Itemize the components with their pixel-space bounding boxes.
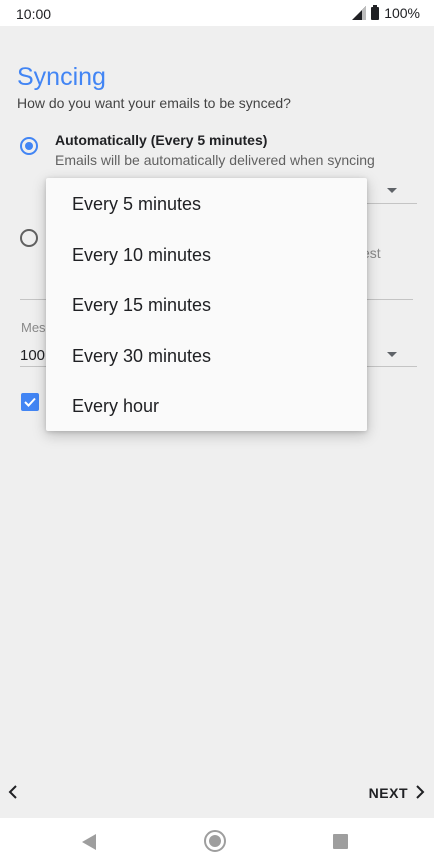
automatic-option-description: Emails will be automatically delivered w… — [55, 152, 375, 168]
chevron-left-icon[interactable] — [6, 783, 22, 801]
page-subtitle: How do you want your emails to be synced… — [17, 95, 291, 111]
next-button-label: NEXT — [368, 785, 408, 801]
option-checkbox[interactable] — [21, 393, 39, 411]
status-time: 10:00 — [16, 6, 52, 22]
nav-recent-apps-icon[interactable] — [333, 834, 348, 849]
page-title: Syncing — [17, 63, 106, 91]
menu-item-every-30-minutes[interactable]: Every 30 minutes — [72, 346, 211, 367]
dropdown-arrow-icon[interactable] — [387, 188, 397, 193]
status-icons: 100% — [352, 4, 420, 21]
automatic-radio[interactable] — [20, 137, 38, 155]
battery-percentage: 100% — [384, 5, 420, 21]
system-navigation-bar — [0, 818, 434, 868]
menu-item-every-15-minutes[interactable]: Every 15 minutes — [72, 295, 211, 316]
automatic-option-label[interactable]: Automatically (Every 5 minutes) — [55, 132, 267, 148]
status-bar: 10:00 100% — [0, 0, 434, 26]
menu-item-every-hour[interactable]: Every hour — [72, 396, 159, 417]
nav-home-icon[interactable] — [204, 830, 226, 852]
next-button[interactable]: NEXT — [369, 783, 426, 803]
nav-back-icon[interactable] — [82, 834, 96, 850]
signal-icon — [352, 6, 367, 20]
menu-item-every-5-minutes[interactable]: Every 5 minutes — [72, 194, 201, 215]
dropdown-arrow-icon[interactable] — [387, 352, 397, 357]
menu-item-every-10-minutes[interactable]: Every 10 minutes — [72, 245, 211, 266]
message-setting-value[interactable]: 100 — [20, 347, 45, 364]
sync-interval-menu: Every 5 minutes Every 10 minutes Every 1… — [46, 178, 367, 431]
manual-radio[interactable] — [20, 229, 38, 247]
chevron-right-icon — [414, 783, 426, 804]
message-setting-label: Mes — [21, 320, 46, 335]
battery-icon — [371, 4, 380, 20]
